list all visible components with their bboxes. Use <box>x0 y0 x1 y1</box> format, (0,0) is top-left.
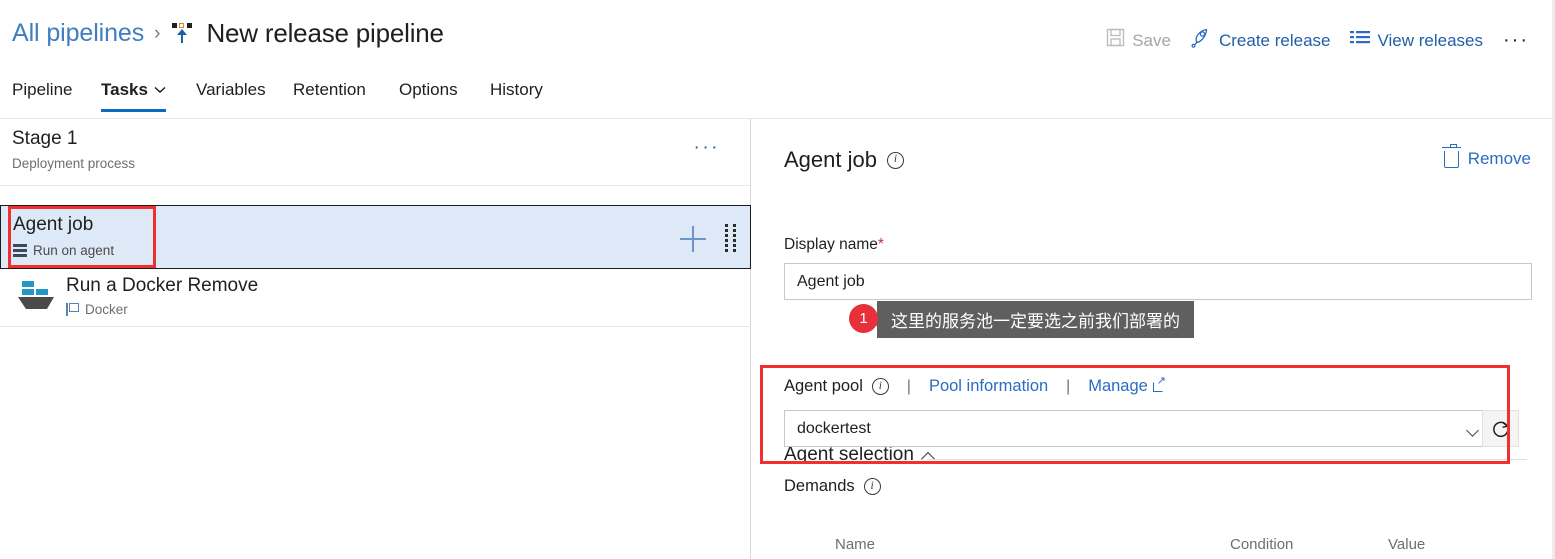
section-divider <box>927 459 1527 460</box>
docker-task-subtitle-label: Docker <box>85 302 128 317</box>
flag-icon <box>66 303 79 316</box>
demands-label: Demands <box>784 477 855 495</box>
annotation-tooltip: 这里的服务池一定要选之前我们部署的 <box>869 301 1194 338</box>
job-details-panel: Agent job i Remove Display name* Agent j… <box>752 119 1555 559</box>
manage-link-label: Manage <box>1088 377 1148 395</box>
tab-bar: Pipeline Tasks Variables Retention Optio… <box>0 74 1555 119</box>
page-title: New release pipeline <box>206 18 444 48</box>
tab-retention[interactable]: Retention <box>293 80 366 112</box>
agent-selection-section-header[interactable]: Agent selection <box>784 444 936 466</box>
link-separator-2: | <box>1066 377 1071 395</box>
view-releases-label: View releases <box>1377 30 1484 50</box>
info-icon[interactable]: i <box>871 378 889 395</box>
demands-col-condition: Condition <box>1230 536 1294 553</box>
stage-header: Stage 1 Deployment process ··· <box>0 119 750 186</box>
link-separator: | <box>906 377 911 395</box>
chevron-down-icon <box>1468 426 1479 437</box>
demands-table-header-row: Name Condition Value <box>835 536 1535 558</box>
agent-pool-label-row: Agent pool i | Pool information | Manage <box>784 376 1166 396</box>
remove-label: Remove <box>1467 149 1531 168</box>
release-pipeline-icon <box>172 21 194 47</box>
stage-name: Stage 1 <box>12 128 78 149</box>
page-header: All pipelines › New release pipeline Sav… <box>0 0 1555 72</box>
display-name-input[interactable]: Agent job <box>784 263 1532 300</box>
agent-pool-dropdown[interactable]: dockertest <box>784 410 1494 447</box>
remove-button[interactable]: Remove <box>1441 143 1531 169</box>
display-name-label: Display name* <box>784 236 884 254</box>
required-marker: * <box>877 236 884 253</box>
server-rack-icon <box>13 244 27 257</box>
panel-title-label: Agent job <box>784 147 877 172</box>
plus-icon[interactable] <box>680 226 706 252</box>
tab-history-label: History <box>490 80 543 99</box>
demands-col-name: Name <box>835 536 876 553</box>
active-tab-indicator <box>101 109 166 112</box>
demands-label-row: Demands i <box>784 477 881 496</box>
annotation-tooltip-text: 这里的服务池一定要选之前我们部署的 <box>891 312 1180 331</box>
info-icon[interactable]: i <box>863 478 881 495</box>
save-label: Save <box>1132 30 1171 50</box>
stage-more-button[interactable]: ··· <box>694 137 720 159</box>
trash-icon <box>1441 143 1461 168</box>
breadcrumb-all-pipelines-link[interactable]: All pipelines <box>12 19 144 48</box>
pool-information-link[interactable]: Pool information <box>929 377 1048 396</box>
agent-job-subtitle-label: Run on agent <box>33 243 115 258</box>
create-release-label: Create release <box>1218 30 1331 50</box>
breadcrumb: All pipelines › New release pipeline <box>12 18 444 49</box>
tasks-tree-panel: Stage 1 Deployment process ··· Agent job… <box>0 119 751 559</box>
external-link-icon <box>1152 376 1166 392</box>
demands-table: Name Condition Value <box>835 536 1535 558</box>
tab-pipeline[interactable]: Pipeline <box>12 80 73 112</box>
docker-task-row[interactable]: Run a Docker Remove Docker <box>0 269 751 327</box>
agent-pool-value: dockertest <box>797 419 871 437</box>
agent-job-row[interactable]: Agent job Run on agent <box>0 205 751 269</box>
breadcrumb-separator: › <box>154 22 161 44</box>
refresh-icon <box>1492 421 1508 437</box>
tab-history[interactable]: History <box>490 80 543 112</box>
tab-tasks-label: Tasks <box>101 80 148 99</box>
docker-whale-icon <box>18 281 56 313</box>
header-toolbar: Save Create release View releases ··· <box>1096 23 1539 57</box>
tab-tasks[interactable]: Tasks <box>101 80 166 112</box>
agent-job-subtitle: Run on agent <box>13 243 114 258</box>
info-icon[interactable]: i <box>886 151 904 169</box>
display-name-value: Agent job <box>797 272 865 290</box>
demands-col-value: Value <box>1388 536 1426 553</box>
agent-pool-label: Agent pool <box>784 377 863 395</box>
tab-pipeline-label: Pipeline <box>12 80 73 99</box>
tab-options[interactable]: Options <box>399 80 458 112</box>
tab-options-label: Options <box>399 80 458 99</box>
manage-link[interactable]: Manage <box>1088 376 1166 396</box>
create-release-button[interactable]: Create release <box>1181 23 1341 57</box>
drag-handle-icon[interactable] <box>725 224 736 253</box>
list-icon <box>1350 30 1371 51</box>
view-releases-button[interactable]: View releases <box>1340 26 1493 55</box>
agent-selection-label: Agent selection <box>784 444 914 465</box>
release-pipeline-page: All pipelines › New release pipeline Sav… <box>0 0 1555 559</box>
refresh-agent-pool-button[interactable] <box>1482 410 1519 447</box>
chevron-down-icon <box>154 86 166 94</box>
panel-title: Agent job i <box>784 147 904 173</box>
tab-retention-label: Retention <box>293 80 366 99</box>
agent-job-title: Agent job <box>13 214 94 235</box>
docker-task-subtitle: Docker <box>66 302 128 317</box>
tab-variables-label: Variables <box>196 80 266 99</box>
more-options-button[interactable]: ··· <box>1493 25 1539 56</box>
rocket-icon <box>1191 27 1212 53</box>
display-name-label-text: Display name <box>784 236 878 253</box>
stage-subtitle: Deployment process <box>12 156 136 171</box>
tab-variables[interactable]: Variables <box>196 80 266 112</box>
save-button[interactable]: Save <box>1096 24 1181 56</box>
save-disk-icon <box>1106 28 1125 52</box>
docker-task-title: Run a Docker Remove <box>66 275 259 296</box>
annotation-badge: 1 <box>849 304 878 333</box>
